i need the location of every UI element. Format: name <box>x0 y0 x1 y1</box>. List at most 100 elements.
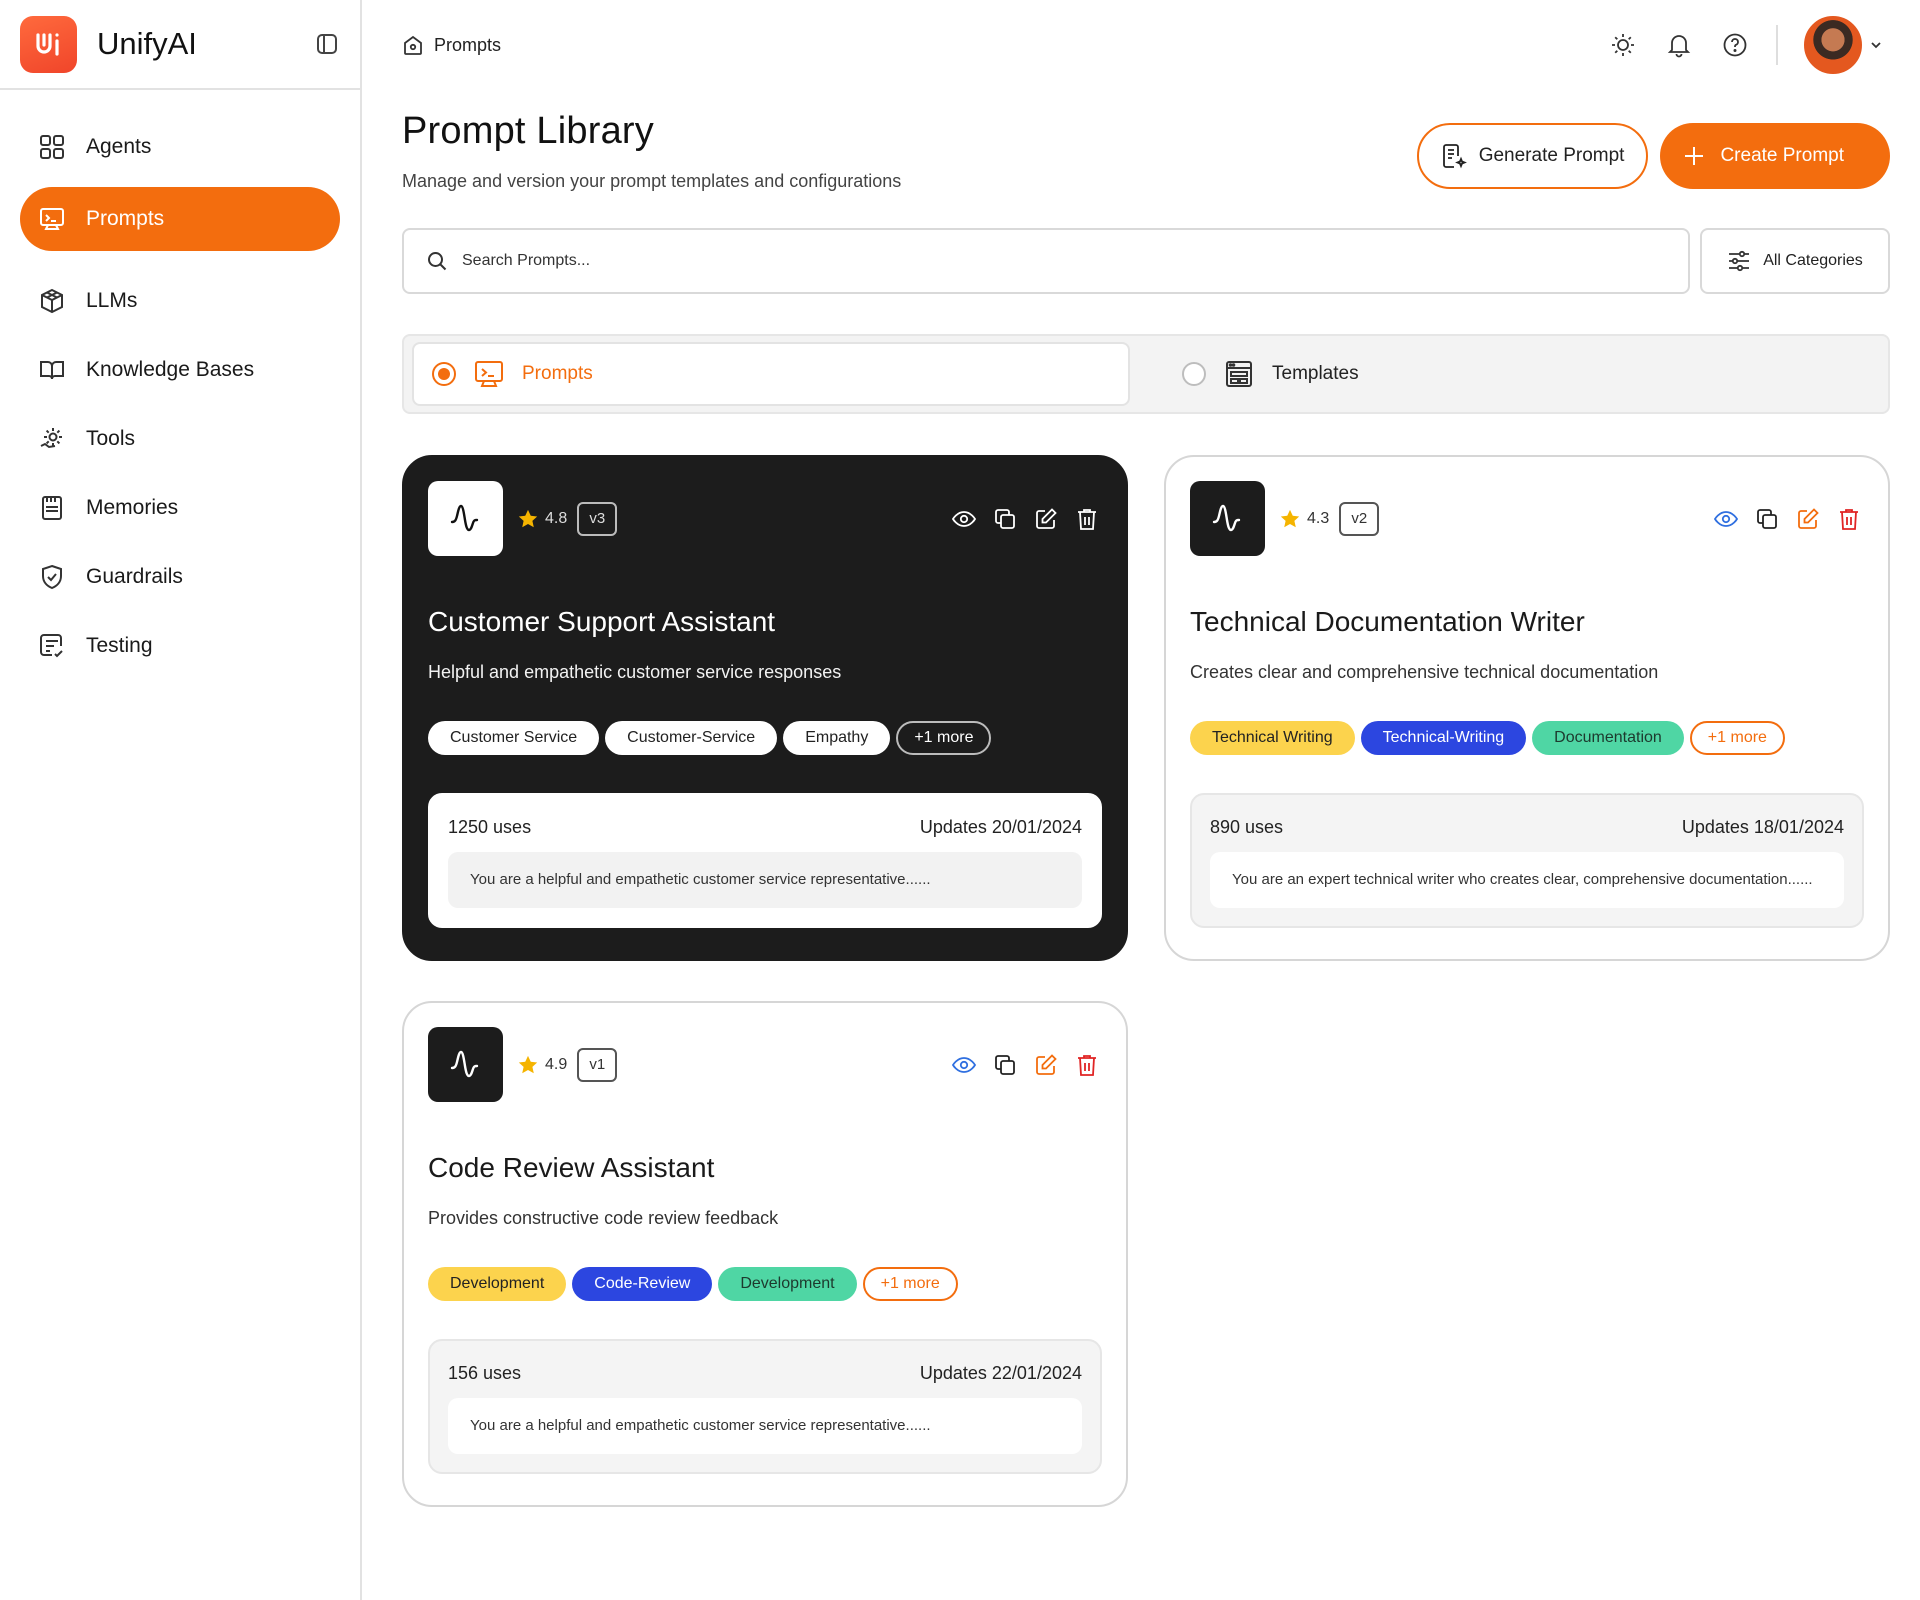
sidebar-item-knowledge-bases[interactable]: Knowledge Bases <box>20 338 340 402</box>
toggle-label: Prompts <box>522 363 593 384</box>
breadcrumb-current: Prompts <box>434 34 502 55</box>
more-tags-button[interactable]: +1 more <box>1689 721 1785 755</box>
card-description: Helpful and empathetic customer service … <box>428 662 842 682</box>
grid-icon <box>38 133 66 161</box>
sidebar-toggle-icon[interactable] <box>314 31 340 57</box>
tag[interactable]: Technical-Writing <box>1360 721 1527 755</box>
create-prompt-button[interactable]: Create Prompt <box>1660 123 1890 189</box>
prompt-card[interactable]: 4.9 v1 Code Review Assistant Provides co… <box>402 1001 1128 1507</box>
checklist-icon <box>38 632 66 660</box>
tag-list: Customer Service Customer-Service Empath… <box>428 721 1102 755</box>
user-menu[interactable] <box>1804 16 1884 74</box>
app-logo-icon[interactable] <box>20 15 77 73</box>
more-tags-button[interactable]: +1 more <box>862 1267 958 1301</box>
tag[interactable]: Technical Writing <box>1190 721 1355 755</box>
sidebar-item-label: LLMs <box>86 289 138 312</box>
card-title: Technical Documentation Writer <box>1190 606 1585 637</box>
sidebar-item-label: Prompts <box>86 207 165 230</box>
copy-icon[interactable] <box>1753 505 1780 532</box>
top-actions <box>1608 16 1884 74</box>
terminal-icon <box>474 359 504 389</box>
trash-icon[interactable] <box>1073 1051 1100 1078</box>
sidebar: UnifyAI Agents Prompts LLMs Knowledge Ba… <box>0 0 362 1600</box>
edit-icon[interactable] <box>1032 505 1059 532</box>
sidebar-item-testing[interactable]: Testing <box>20 614 340 678</box>
tag[interactable]: Development <box>428 1267 567 1301</box>
usage-count: 1250 uses <box>448 817 532 837</box>
tag[interactable]: Customer Service <box>428 721 600 755</box>
copy-icon[interactable] <box>991 505 1018 532</box>
radio-unselected[interactable] <box>1182 362 1206 386</box>
header-actions: Generate Prompt Create Prompt <box>1416 123 1890 189</box>
toggle-option-prompts[interactable]: Prompts <box>412 342 1130 406</box>
usage-count: 890 uses <box>1210 817 1284 837</box>
categories-filter-button[interactable]: All Categories <box>1700 228 1890 294</box>
search-input[interactable] <box>462 252 1598 270</box>
search-bar <box>402 228 1690 294</box>
view-toggle: Prompts Templates <box>402 334 1890 414</box>
sidebar-item-tools[interactable]: Tools <box>20 407 340 471</box>
updated-date: Updates 22/01/2024 <box>919 1363 1082 1383</box>
edit-icon[interactable] <box>1032 1051 1059 1078</box>
sidebar-nav: Agents Prompts LLMs Knowledge Bases Tool… <box>0 90 360 678</box>
tag[interactable]: Documentation <box>1532 721 1684 755</box>
waveform-icon <box>428 481 503 556</box>
prompt-card[interactable]: 4.8 v3 Customer Support Assistant Helpfu… <box>402 455 1128 961</box>
sidebar-item-prompts[interactable]: Prompts <box>20 187 340 251</box>
eye-icon[interactable] <box>1712 505 1739 532</box>
sidebar-item-llms[interactable]: LLMs <box>20 269 340 333</box>
sun-icon[interactable] <box>1608 30 1638 60</box>
generate-prompt-button[interactable]: Generate Prompt <box>1416 123 1649 189</box>
sidebar-item-memories[interactable]: Memories <box>20 476 340 540</box>
help-icon[interactable] <box>1720 30 1750 60</box>
sidebar-item-agents[interactable]: Agents <box>20 115 340 179</box>
eye-icon[interactable] <box>950 505 977 532</box>
stats-row: 890 uses Updates 18/01/2024 <box>1210 817 1844 838</box>
more-tags-button[interactable]: +1 more <box>896 721 992 755</box>
memory-card-icon <box>38 494 66 522</box>
bell-icon[interactable] <box>1664 30 1694 60</box>
generate-prompt-label: Generate Prompt <box>1478 145 1625 166</box>
rating-value: 4.8 <box>545 509 568 527</box>
create-prompt-label: Create Prompt <box>1720 145 1844 166</box>
tag[interactable]: Empathy <box>783 721 891 755</box>
tag-list: Technical Writing Technical-Writing Docu… <box>1190 721 1864 755</box>
sidebar-item-guardrails[interactable]: Guardrails <box>20 545 340 609</box>
chevron-down-icon <box>1868 37 1884 53</box>
edit-icon[interactable] <box>1794 505 1821 532</box>
card-header: 4.3 v2 <box>1190 481 1864 556</box>
trash-icon[interactable] <box>1073 505 1100 532</box>
sliders-icon <box>1727 249 1751 273</box>
star-icon <box>517 508 539 530</box>
page-title: Prompt Library <box>402 110 654 152</box>
prompt-preview: You are a helpful and empathetic custome… <box>448 1398 1082 1454</box>
copy-icon[interactable] <box>991 1051 1018 1078</box>
eye-icon[interactable] <box>950 1051 977 1078</box>
sidebar-item-label: Testing <box>86 634 153 657</box>
breadcrumb[interactable]: Prompts <box>402 34 501 56</box>
toggle-option-templates[interactable]: Templates <box>1182 342 1359 406</box>
sidebar-item-label: Agents <box>86 135 152 158</box>
prompt-card[interactable]: 4.3 v2 Technical Documentation Writer Cr… <box>1164 455 1890 961</box>
tag[interactable]: Development <box>718 1267 857 1301</box>
card-stats: 1250 uses Updates 20/01/2024 You are a h… <box>428 793 1102 928</box>
card-description: Provides constructive code review feedba… <box>428 1208 779 1228</box>
stats-row: 1250 uses Updates 20/01/2024 <box>448 817 1082 838</box>
version-badge: v1 <box>577 1047 618 1082</box>
template-icon <box>1224 359 1254 389</box>
document-sparkle-icon <box>1441 143 1467 169</box>
radio-selected[interactable] <box>432 362 456 386</box>
prompt-preview: You are a helpful and empathetic custome… <box>448 852 1082 908</box>
trash-icon[interactable] <box>1835 505 1862 532</box>
cube-network-icon <box>38 287 66 315</box>
card-title: Customer Support Assistant <box>428 606 776 637</box>
updated-date: Updates 18/01/2024 <box>1681 817 1844 837</box>
tag[interactable]: Code-Review <box>572 1267 713 1301</box>
sidebar-item-label: Knowledge Bases <box>86 358 255 381</box>
tag[interactable]: Customer-Service <box>605 721 778 755</box>
card-header: 4.8 v3 <box>428 481 1102 556</box>
sidebar-item-label: Memories <box>86 496 179 519</box>
sidebar-item-label: Tools <box>86 427 136 450</box>
rating-value: 4.9 <box>545 1055 568 1073</box>
version-badge: v2 <box>1339 501 1380 536</box>
